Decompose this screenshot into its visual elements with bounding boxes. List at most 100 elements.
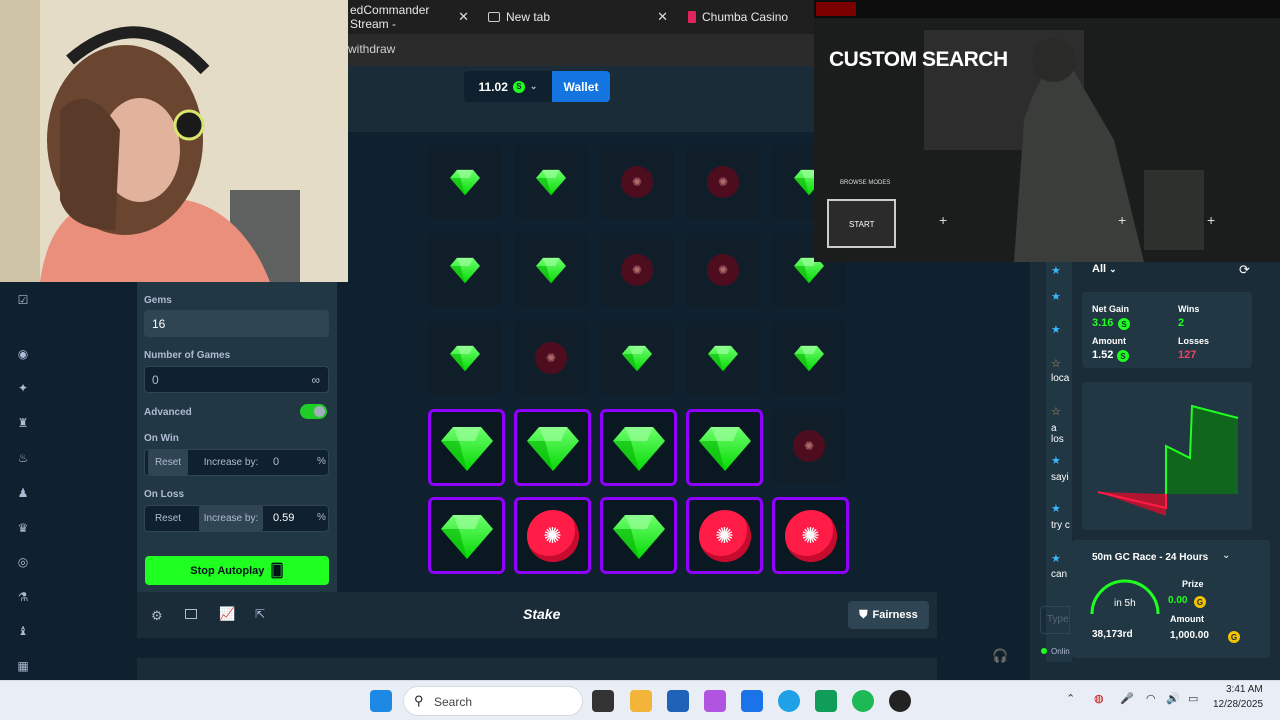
mines-tile[interactable]: ✺ xyxy=(514,321,588,395)
mines-tile[interactable] xyxy=(772,321,846,395)
popout-icon[interactable]: ⇱ xyxy=(255,607,265,621)
losses-label: Losses xyxy=(1178,336,1210,346)
balance-value: 11.02 xyxy=(478,79,508,94)
mines-tile[interactable] xyxy=(514,409,591,486)
live-icon[interactable]: ♟ xyxy=(17,487,29,499)
on-win-increase-button[interactable]: Increase by: xyxy=(199,449,263,476)
on-loss-value[interactable]: 0.59 xyxy=(273,512,294,524)
mines-tile[interactable] xyxy=(428,145,502,219)
mines-tile[interactable]: ✺ xyxy=(514,497,591,574)
mines-tile[interactable]: ✺ xyxy=(686,233,760,307)
fire-icon[interactable]: ♨ xyxy=(17,452,29,464)
slots-icon[interactable]: ♜ xyxy=(17,417,29,429)
sweeps-coin-icon: S xyxy=(1117,350,1129,362)
mines-tile[interactable]: ✺ xyxy=(772,409,846,483)
close-icon[interactable]: ✕ xyxy=(657,9,668,25)
volume-icon[interactable]: 🔊 xyxy=(1166,692,1180,705)
profit-area xyxy=(1166,406,1238,494)
on-loss-increase-button[interactable]: Increase by: xyxy=(199,505,263,532)
games-input[interactable]: 0 ∞ xyxy=(144,366,329,393)
refresh-icon[interactable]: ⟳ xyxy=(1239,262,1250,278)
footer-strip xyxy=(137,658,937,680)
chat-avatar-icon: ★ xyxy=(1051,265,1061,277)
plus-icon[interactable]: + xyxy=(1207,212,1215,228)
cards-icon: 🂠 xyxy=(270,562,284,578)
on-loss-group: Reset Increase by: 0.59 % xyxy=(144,505,329,532)
flask-icon[interactable]: ⚗ xyxy=(17,591,29,603)
chat-input[interactable]: Type xyxy=(1040,606,1070,634)
stop-autoplay-button[interactable]: Stop Autoplay 🂠 xyxy=(145,556,329,585)
stats-filter[interactable]: All ⌄ xyxy=(1092,263,1117,275)
spotify-icon[interactable] xyxy=(852,690,874,712)
clock-date[interactable]: 12/28/2025 xyxy=(1213,699,1263,710)
chevron-down-icon[interactable]: ⌄ xyxy=(1222,550,1230,561)
chevron-up-icon[interactable]: ⌃ xyxy=(1066,692,1075,705)
on-win-value[interactable]: 0 xyxy=(273,456,279,468)
mines-tile[interactable] xyxy=(600,497,677,574)
wallet-button[interactable]: Wallet xyxy=(552,71,610,102)
advanced-toggle[interactable] xyxy=(300,404,327,419)
crown-icon[interactable]: ♛ xyxy=(17,522,29,534)
app-icon[interactable] xyxy=(889,690,911,712)
wifi-icon[interactable]: ◠ xyxy=(1146,692,1156,705)
microphone-icon[interactable]: 🎤 xyxy=(1120,692,1134,705)
theatre-icon[interactable] xyxy=(185,609,197,619)
plus-icon[interactable]: + xyxy=(1118,212,1126,228)
sparkle-icon[interactable]: ✦ xyxy=(17,382,29,394)
url-text[interactable]: withdraw xyxy=(348,42,395,56)
mines-tile[interactable] xyxy=(428,321,502,395)
outlook-icon[interactable] xyxy=(741,690,763,712)
mines-tile[interactable] xyxy=(686,321,760,395)
stake-logo: Stake xyxy=(523,606,561,622)
on-loss-reset-button[interactable]: Reset xyxy=(148,505,188,532)
grid-icon[interactable]: ▦ xyxy=(17,660,29,672)
on-win-reset-button[interactable]: Reset xyxy=(148,449,188,476)
mines-tile[interactable] xyxy=(428,233,502,307)
race-box: 50m GC Race - 24 Hours ⌄ in 5h 38,173rd … xyxy=(1072,540,1270,658)
start-button[interactable]: START xyxy=(827,199,896,248)
shield-icon: ⛊ xyxy=(859,608,868,621)
windows-start-icon[interactable] xyxy=(370,690,392,712)
mines-tile[interactable]: ✺ xyxy=(686,145,760,219)
tab-chumba[interactable]: Chumba Casino xyxy=(680,4,814,30)
fairness-button[interactable]: ⛊ Fairness xyxy=(848,601,929,629)
close-icon[interactable]: ✕ xyxy=(458,9,469,25)
support-icon[interactable]: ♝ xyxy=(17,625,29,637)
edge-icon[interactable] xyxy=(778,690,800,712)
app-icon[interactable] xyxy=(815,690,837,712)
chat-avatar-icon: ★ xyxy=(1051,503,1061,515)
casino-icon[interactable]: ◉ xyxy=(17,348,29,360)
stats-icon[interactable]: 📈 xyxy=(219,606,235,622)
mine-icon: ✺ xyxy=(784,509,837,562)
taskbar-search[interactable]: ⚲ Search xyxy=(403,686,583,716)
checklist-icon[interactable]: ☑ xyxy=(17,294,29,306)
mines-tile[interactable] xyxy=(686,409,763,486)
mines-tile[interactable]: ✺ xyxy=(686,497,763,574)
infinity-icon[interactable]: ∞ xyxy=(311,373,320,387)
mines-tile[interactable]: ✺ xyxy=(772,497,849,574)
mines-tile[interactable]: ✺ xyxy=(600,145,674,219)
tab-new[interactable]: New tab ✕ xyxy=(480,4,676,30)
mines-tile[interactable] xyxy=(514,233,588,307)
games-icon[interactable]: ◎ xyxy=(17,556,29,568)
tray-icon[interactable]: ◍ xyxy=(1094,692,1104,705)
copilot-icon[interactable] xyxy=(704,690,726,712)
mines-tile[interactable] xyxy=(428,409,505,486)
gems-select[interactable]: 16 xyxy=(144,310,329,337)
settings-icon[interactable]: ⚙ xyxy=(151,608,163,624)
mines-tile[interactable] xyxy=(600,409,677,486)
mines-tile[interactable]: ✺ xyxy=(600,233,674,307)
store-icon[interactable] xyxy=(667,690,689,712)
balance-selector[interactable]: 11.02 S ⌄ xyxy=(464,71,552,102)
battery-icon[interactable]: ▭ xyxy=(1188,692,1198,705)
clock-time[interactable]: 3:41 AM xyxy=(1226,684,1263,695)
file-explorer-icon[interactable] xyxy=(630,690,652,712)
task-view-icon[interactable] xyxy=(592,690,614,712)
search-icon: ⚲ xyxy=(414,693,424,708)
plus-icon[interactable]: + xyxy=(939,212,947,228)
headset-icon[interactable]: 🎧 xyxy=(992,648,1008,664)
mines-tile[interactable] xyxy=(514,145,588,219)
mines-tile[interactable] xyxy=(600,321,674,395)
tab-stream[interactable]: edCommander Stream - ✕ xyxy=(342,3,477,31)
mines-tile[interactable] xyxy=(428,497,505,574)
